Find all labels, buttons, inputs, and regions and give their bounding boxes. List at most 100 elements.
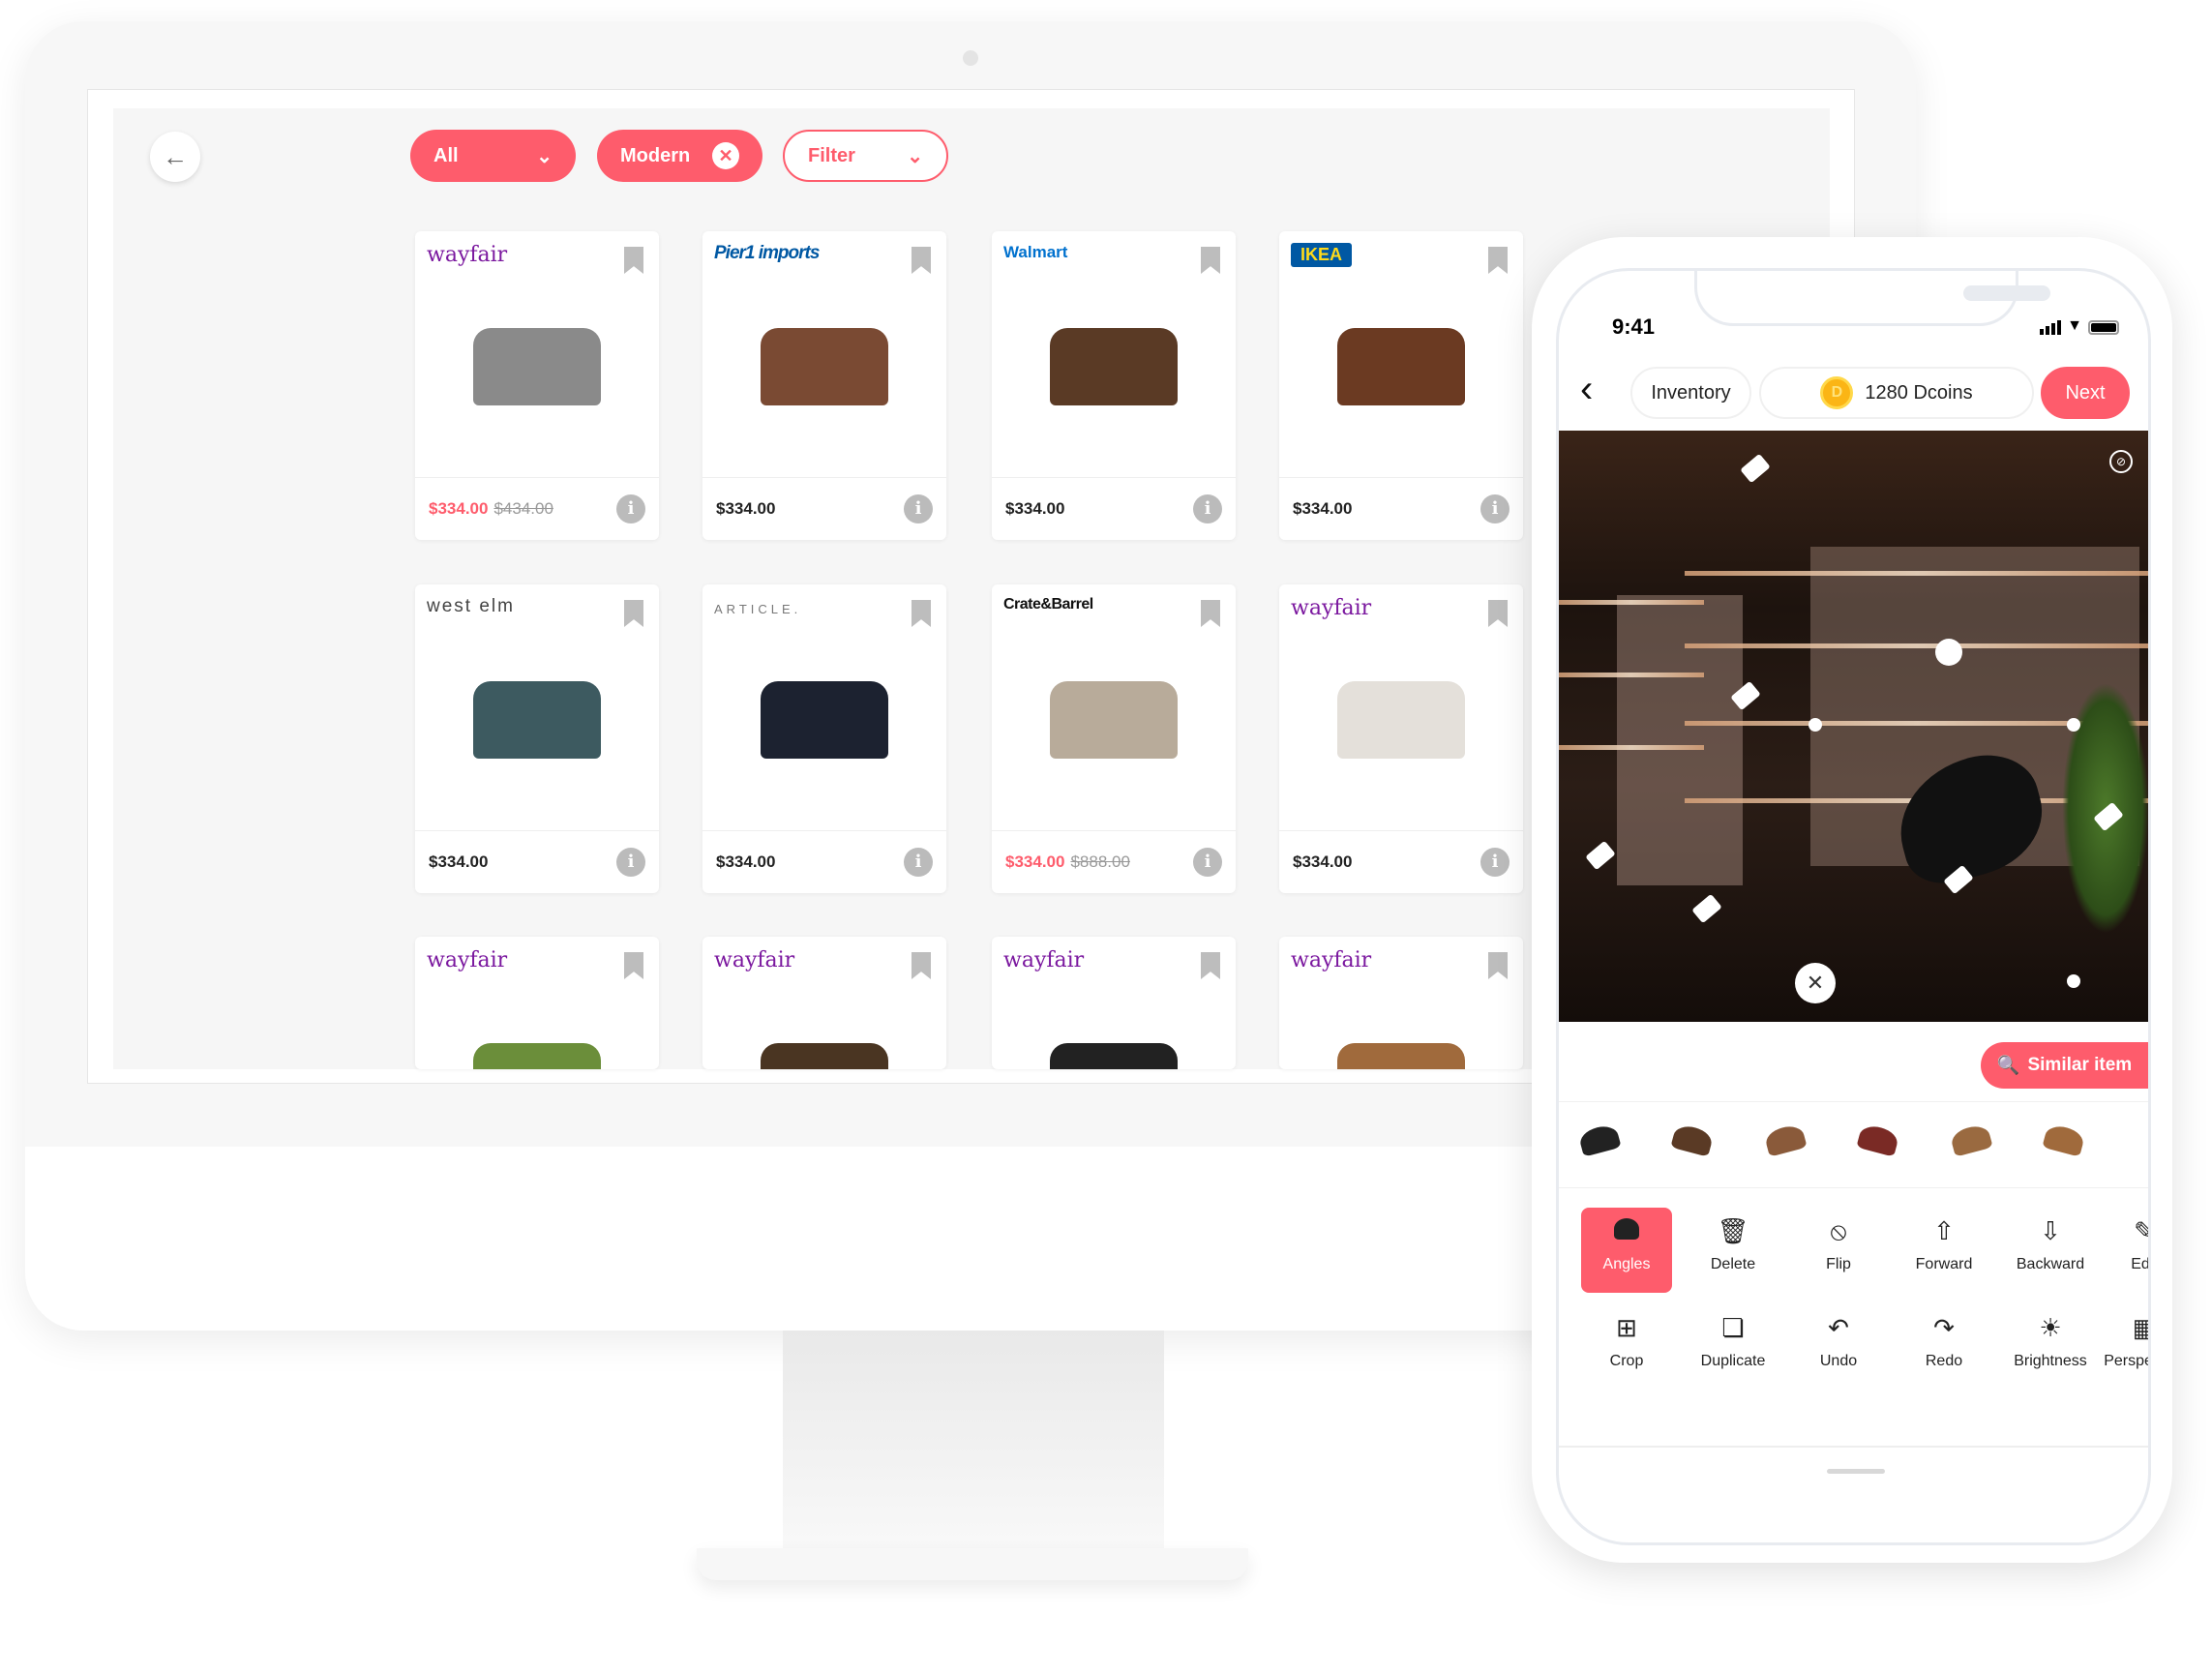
tool-delete[interactable]: 🗑 Delete	[1688, 1208, 1779, 1293]
product-image	[741, 299, 908, 415]
category-dropdown[interactable]: All ⌄	[410, 130, 576, 182]
battery-icon	[2088, 320, 2119, 335]
product-price: $334.00	[429, 852, 489, 871]
product-card[interactable]: ARTICLE. $334.00 i	[702, 584, 946, 893]
crop-icon: ⊞	[1616, 1313, 1637, 1342]
product-card[interactable]: Walmart $334.00 i	[992, 231, 1236, 540]
chair-icon	[1581, 1208, 1672, 1246]
tool-flip[interactable]: ⦸ Flip	[1793, 1208, 1884, 1293]
home-indicator[interactable]	[1827, 1469, 1885, 1474]
tool-angles[interactable]: Angles	[1581, 1208, 1672, 1293]
chevron-down-icon: ⌄	[907, 145, 923, 167]
info-icon[interactable]: i	[1193, 494, 1222, 523]
brand-logo: ARTICLE.	[714, 602, 802, 616]
product-card[interactable]: wayfair $334.00 i	[1279, 584, 1523, 893]
info-icon[interactable]: i	[904, 848, 933, 877]
product-card[interactable]: wayfair	[1279, 937, 1523, 1069]
bookmark-icon[interactable]	[1201, 600, 1220, 627]
product-card[interactable]: wayfair	[702, 937, 946, 1069]
modern-filter-chip[interactable]: Modern ✕	[597, 130, 762, 182]
room-preview[interactable]: ✕ ⊘	[1559, 431, 2148, 1022]
bookmark-icon[interactable]	[1488, 952, 1508, 979]
tool-redo[interactable]: ↷ Redo	[1898, 1304, 1989, 1390]
product-image	[454, 1004, 620, 1069]
phone-notch	[1694, 271, 2050, 326]
perspective-icon: ▦	[2099, 1304, 2148, 1343]
bookmark-icon[interactable]	[912, 600, 931, 627]
info-icon[interactable]: i	[616, 848, 645, 877]
selection-handle[interactable]	[1935, 639, 1962, 666]
angle-thumbnail[interactable]	[1856, 1122, 1901, 1164]
product-footer: $334.00 i	[1279, 830, 1523, 893]
back-chevron-icon[interactable]: ‹	[1580, 368, 1593, 411]
tool-backward[interactable]: ⇩ Backward	[2005, 1208, 2096, 1293]
price-tag-icon[interactable]	[1585, 840, 1616, 871]
product-card[interactable]: Pier1 imports $334.00 i	[702, 231, 946, 540]
bookmark-icon[interactable]	[624, 952, 643, 979]
info-icon[interactable]: i	[1480, 494, 1510, 523]
tool-label: Perspective	[2104, 1353, 2148, 1369]
monitor-stand	[783, 1331, 1164, 1572]
product-footer: $334.00 i	[992, 477, 1236, 540]
bookmark-icon[interactable]	[1201, 952, 1220, 979]
brand-logo: Walmart	[1003, 243, 1068, 261]
info-icon[interactable]: i	[1480, 848, 1510, 877]
tool-label: Forward	[1915, 1256, 1973, 1272]
bookmark-icon[interactable]	[912, 247, 931, 274]
phone-speaker	[1963, 285, 2050, 301]
selection-handle[interactable]	[2067, 718, 2080, 732]
back-button[interactable]: ←	[150, 132, 200, 182]
flip-icon: ⦸	[1830, 1216, 1847, 1245]
price-tag-icon[interactable]	[1740, 453, 1771, 484]
tool-forward[interactable]: ⇧ Forward	[1898, 1208, 1989, 1293]
info-icon[interactable]: i	[616, 494, 645, 523]
product-card[interactable]: IKEA $334.00 i	[1279, 231, 1523, 540]
tool-brightness[interactable]: ☀ Brightness	[2005, 1304, 2096, 1390]
product-footer: $334.00 i	[415, 830, 659, 893]
inventory-button[interactable]: Inventory	[1630, 367, 1751, 419]
product-card[interactable]: wayfair	[992, 937, 1236, 1069]
bookmark-icon[interactable]	[1488, 247, 1508, 274]
tool-duplicate[interactable]: ❏ Duplicate	[1688, 1304, 1779, 1390]
status-icons: ▼	[2040, 317, 2119, 335]
close-icon[interactable]: ✕	[1795, 963, 1836, 1003]
bookmark-icon[interactable]	[912, 952, 931, 979]
product-card[interactable]: wayfair $334.00 $434.00 i	[415, 231, 659, 540]
info-icon[interactable]: i	[1193, 848, 1222, 877]
product-price: $334.00	[716, 852, 776, 871]
product-card[interactable]: Crate&Barrel $334.00 $888.00 i	[992, 584, 1236, 893]
original-price: $434.00	[493, 499, 553, 518]
product-card[interactable]: wayfair	[415, 937, 659, 1069]
bookmark-icon[interactable]	[624, 247, 643, 274]
bookmark-icon[interactable]	[1201, 247, 1220, 274]
filter-dropdown[interactable]: Filter ⌄	[783, 130, 948, 182]
next-button[interactable]: Next	[2041, 367, 2130, 419]
tool-crop[interactable]: ⊞ Crop	[1581, 1304, 1672, 1390]
angle-thumbnail[interactable]	[1763, 1122, 1808, 1164]
product-image	[1031, 299, 1197, 415]
similar-item-button[interactable]: 🔍 Similar item	[1981, 1042, 2148, 1089]
tool-edit[interactable]: ✎ Edit	[2099, 1208, 2148, 1293]
close-icon[interactable]: ✕	[712, 142, 739, 169]
edit-icon: ✎	[2099, 1208, 2148, 1246]
brand-logo: IKEA	[1291, 243, 1353, 267]
angle-thumbnail[interactable]	[1670, 1122, 1716, 1164]
product-image	[1318, 1004, 1484, 1069]
trash-icon: 🗑	[1717, 1216, 1749, 1245]
selection-handle[interactable]	[2067, 974, 2080, 988]
angle-thumbnail[interactable]	[1949, 1122, 1994, 1164]
product-price: $334.00	[1293, 499, 1353, 518]
bookmark-icon[interactable]	[624, 600, 643, 627]
tool-undo[interactable]: ↶ Undo	[1793, 1304, 1884, 1390]
info-icon[interactable]: i	[904, 494, 933, 523]
angle-thumbnail[interactable]	[2042, 1122, 2087, 1164]
price-tag-icon[interactable]	[1691, 893, 1722, 924]
bookmark-icon[interactable]	[1488, 600, 1508, 627]
product-image	[1318, 652, 1484, 768]
hide-tags-icon[interactable]: ⊘	[2109, 450, 2133, 473]
tool-label: Duplicate	[1700, 1353, 1766, 1369]
tool-perspective[interactable]: ▦ Perspective	[2099, 1304, 2148, 1390]
selection-handle[interactable]	[1808, 718, 1822, 732]
product-card[interactable]: west elm $334.00 i	[415, 584, 659, 893]
angle-thumbnail[interactable]	[1577, 1122, 1623, 1164]
